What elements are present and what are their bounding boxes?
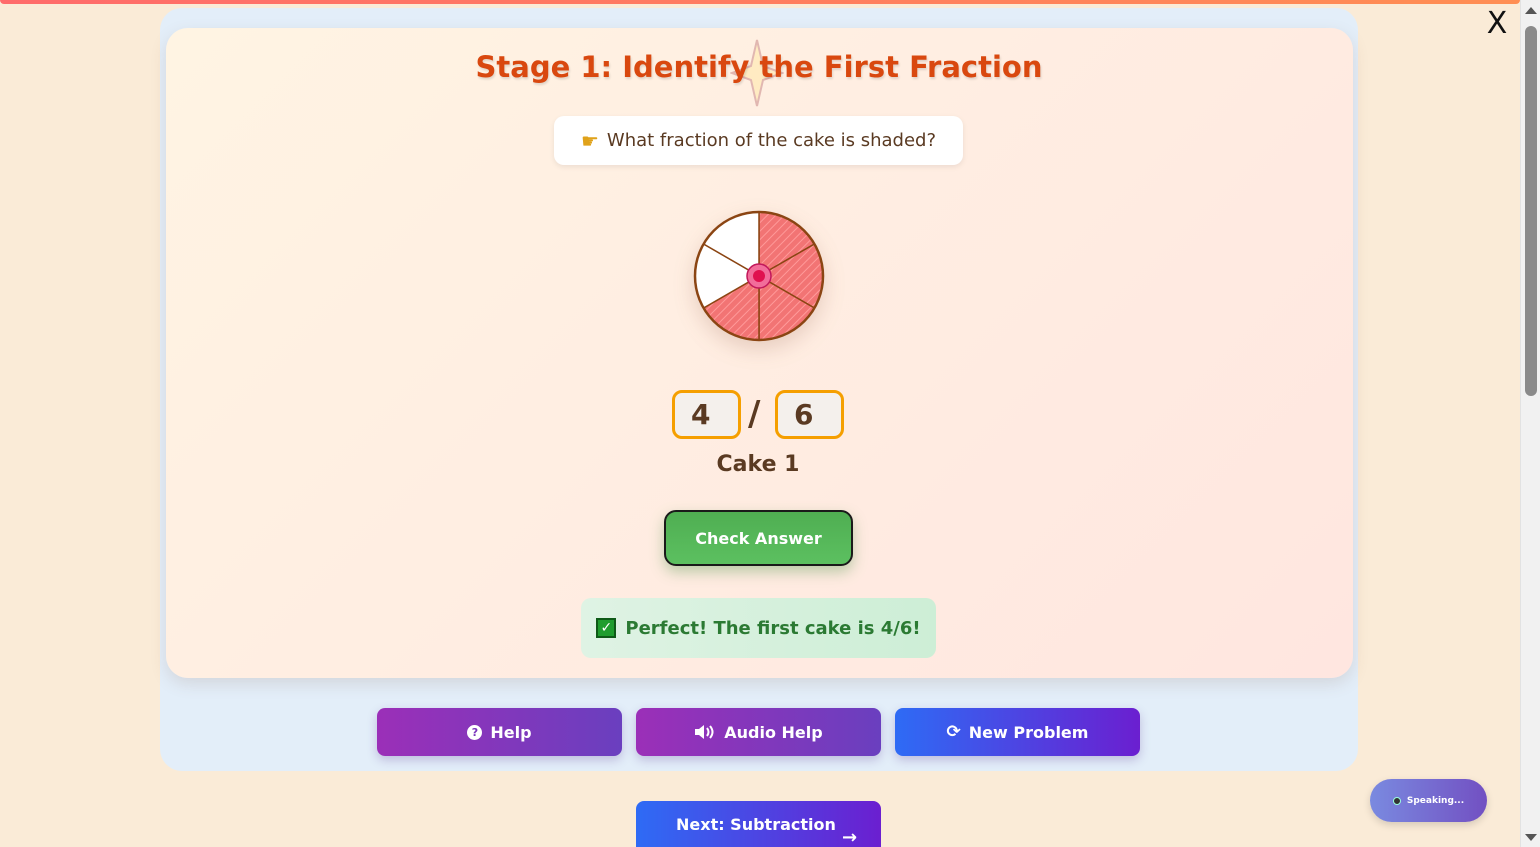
next-subtraction-button[interactable]: Next: Subtraction → bbox=[636, 801, 881, 847]
scroll-thumb[interactable] bbox=[1525, 26, 1537, 396]
question-text: What fraction of the cake is shaded? bbox=[606, 130, 937, 151]
checkmark-icon: ✓ bbox=[596, 618, 617, 638]
new-problem-label: New Problem bbox=[968, 722, 1089, 742]
feedback-message: ✓ Perfect! The first cake is 4/6! bbox=[581, 598, 936, 658]
help-button[interactable]: ? Help bbox=[377, 708, 622, 756]
pointing-hand-icon: ☛ bbox=[580, 128, 599, 153]
stage-title: Stage 1: Identify the First Fraction bbox=[475, 50, 1043, 84]
speaking-indicator: Speaking... bbox=[1370, 779, 1487, 822]
scroll-down-arrow-icon[interactable] bbox=[1525, 834, 1537, 841]
question-prompt: ☛ What fraction of the cake is shaded? bbox=[554, 116, 963, 165]
feedback-text: Perfect! The first cake is 4/6! bbox=[625, 617, 921, 639]
fraction-slash: / bbox=[748, 394, 761, 434]
cake-label: Cake 1 bbox=[716, 452, 800, 477]
scroll-up-arrow-icon[interactable] bbox=[1525, 7, 1537, 14]
next-button-label: Next: Subtraction bbox=[676, 815, 836, 834]
question-circle-icon: ? bbox=[467, 724, 483, 740]
close-button[interactable]: X bbox=[1483, 6, 1511, 42]
denominator-input[interactable]: 6 bbox=[775, 390, 844, 439]
top-accent-bar bbox=[0, 0, 1520, 4]
speaking-dot-icon bbox=[1392, 796, 1401, 805]
new-problem-button[interactable]: ⟳ New Problem bbox=[895, 708, 1140, 756]
help-button-label: Help bbox=[490, 722, 532, 742]
check-answer-button[interactable]: Check Answer bbox=[664, 510, 853, 566]
numerator-input[interactable]: 4 bbox=[672, 390, 741, 439]
vertical-scrollbar[interactable] bbox=[1520, 0, 1540, 847]
arrow-right-icon: → bbox=[842, 827, 858, 847]
refresh-icon: ⟳ bbox=[946, 722, 961, 742]
audio-help-button[interactable]: Audio Help bbox=[636, 708, 881, 756]
speaker-icon bbox=[695, 725, 714, 739]
cake-fraction-graphic[interactable] bbox=[690, 207, 828, 345]
audio-help-label: Audio Help bbox=[724, 722, 823, 742]
speaking-text: Speaking... bbox=[1406, 795, 1465, 806]
